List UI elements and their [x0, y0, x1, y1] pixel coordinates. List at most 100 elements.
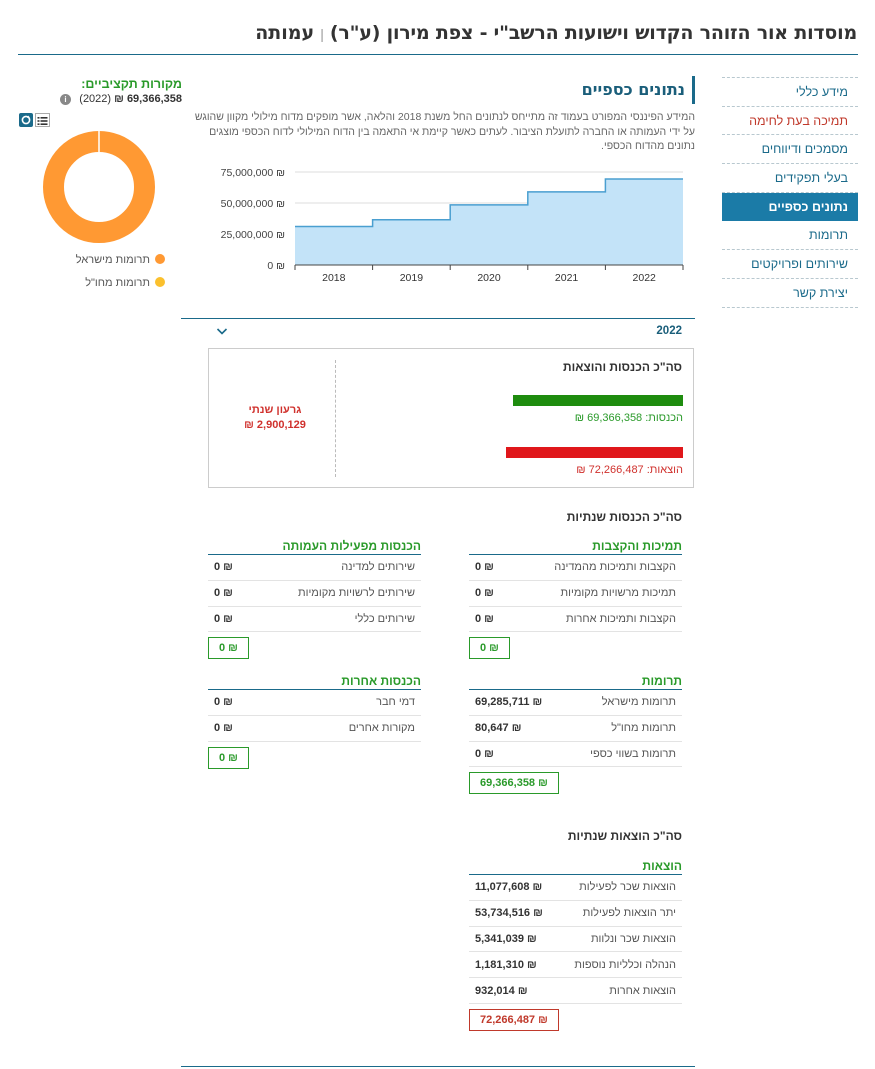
legend-label: תרומות מישראל — [75, 254, 150, 266]
budget-sources-donut — [43, 131, 155, 243]
expense-bar — [506, 447, 683, 458]
sidebar-item-officials[interactable]: בעלי תפקידים — [722, 164, 858, 193]
row-label: הקצבות ותמיכות אחרות — [566, 612, 676, 625]
summary-divider — [335, 360, 336, 477]
other-income-table: הכנסות אחרות דמי חבר 0 ₪ מקורות אחרים 0 ₪ … — [208, 672, 421, 769]
sidebar-item-general[interactable]: מידע כללי — [722, 78, 858, 107]
grants-total: 0 ₪ — [469, 637, 510, 660]
data-bar-2018 — [295, 227, 373, 265]
table-row: הוצאות אחרות 932,014 ₪ — [469, 978, 682, 1004]
budget-sources-total: 69,366,358 ₪ (2022) — [20, 93, 182, 105]
row-label: יתר הוצאות לפעילות — [582, 907, 676, 920]
donut-slice-0 — [43, 131, 155, 243]
deficit-value: 2,900,129 ₪ — [244, 419, 306, 431]
budget-sources-title: מקורות תקציביים: — [81, 77, 182, 91]
x-tick-label: 2019 — [400, 272, 424, 284]
row-label: הנהלה וכלליות נוספות — [574, 958, 676, 971]
legend-dot-yellow — [155, 277, 165, 287]
sidebar-item-services[interactable]: שירותים ופרויקטים — [722, 250, 858, 279]
expenses-group-title: הוצאות — [642, 859, 682, 873]
row-value: 0 ₪ — [475, 561, 494, 574]
table-row: מקורות אחרים 0 ₪ — [208, 716, 421, 742]
chevron-down-icon[interactable] — [215, 324, 229, 338]
y-tick-label: 0 ₪ — [267, 260, 285, 272]
donations-total: 69,366,358 ₪ — [469, 772, 559, 795]
legend-item-abroad[interactable]: תרומות מחו"ל — [20, 277, 165, 289]
table-row: הקצבות ותמיכות אחרות 0 ₪ — [469, 607, 682, 633]
page-header: מוסדות אור הזוהר הקדוש וישועות הרשב"י - … — [17, 22, 857, 48]
row-value: 0 ₪ — [214, 587, 233, 600]
table-row: שירותים לרשויות מקומיות 0 ₪ — [208, 581, 421, 607]
table-row: הנהלה וכלליות נוספות 1,181,310 ₪ — [469, 952, 682, 979]
grants-title: תמיכות והקצבות — [592, 539, 682, 553]
header-divider — [18, 54, 858, 55]
year-panel-title[interactable]: 2022 — [656, 325, 682, 337]
sidebar-item-donations[interactable]: תרומות — [722, 221, 858, 251]
row-value: 0 ₪ — [475, 747, 494, 760]
table-view-icon[interactable] — [35, 113, 50, 127]
x-tick-label: 2021 — [555, 272, 579, 284]
row-value: 0 ₪ — [475, 612, 494, 625]
income-label: הכנסות: 69,366,358 ₪ — [574, 412, 683, 424]
other-income-title: הכנסות אחרות — [341, 674, 421, 688]
legend-dot-orange — [155, 254, 165, 264]
donations-title: תרומות — [641, 674, 682, 688]
expenses-table: הוצאות הוצאות שכר לפעילות 11,077,608 ₪ ית… — [469, 857, 682, 1031]
table-row: תמיכות מרשויות מקומיות 0 ₪ — [469, 581, 682, 607]
table-row: יתר הוצאות לפעילות 53,734,516 ₪ — [469, 901, 682, 927]
row-label: הוצאות שכר לפעילות — [579, 881, 676, 894]
table-row: שירותים למדינה 0 ₪ — [208, 555, 421, 581]
refresh-icon[interactable] — [19, 113, 33, 127]
row-value: 0 ₪ — [214, 696, 233, 709]
row-value: 0 ₪ — [214, 722, 233, 735]
sidebar-item-contact[interactable]: יצירת קשר — [722, 279, 858, 308]
sidebar-item-wartime-support[interactable]: תמיכה בעת לחימה — [722, 107, 858, 136]
financial-area-chart: 75,000,000 ₪ 50,000,000 ₪ 25,000,000 ₪ 0 ₪ 2… — [221, 167, 684, 284]
other-income-total: 0 ₪ — [208, 746, 249, 769]
section-accent-bar — [692, 76, 695, 104]
row-label: תמיכות מרשויות מקומיות — [560, 587, 676, 600]
table-row: תרומות בשווי כספי 0 ₪ — [469, 742, 682, 768]
table-row: שירותים כללי 0 ₪ — [208, 607, 421, 633]
info-icon[interactable]: i — [60, 94, 71, 105]
row-label: דמי חבר — [376, 696, 415, 709]
x-tick-label: 2022 — [633, 272, 657, 284]
org-type: עמותה — [255, 22, 315, 44]
data-bar-2020 — [450, 205, 528, 265]
table-row: דמי חבר 0 ₪ — [208, 690, 421, 716]
row-value: 932,014 ₪ — [475, 984, 528, 997]
row-value: 0 ₪ — [214, 612, 233, 625]
income-bar — [513, 395, 683, 406]
expense-label: הוצאות: 72,266,487 ₪ — [576, 464, 683, 476]
table-row: תרומות מחו"ל 80,647 ₪ — [469, 716, 682, 742]
row-label: תרומות מחו"ל — [611, 722, 676, 735]
data-bar-2021 — [528, 192, 606, 265]
row-value: 5,341,039 ₪ — [475, 932, 537, 945]
legend-item-israel[interactable]: תרומות מישראל — [20, 254, 165, 266]
sidebar-nav: מידע כללי תמיכה בעת לחימה מסמכים ודיווחי… — [722, 77, 858, 308]
bottom-divider — [181, 1066, 695, 1067]
row-label: הקצבות ותמיכות מהמדינה — [554, 561, 676, 574]
section-intro-text: המידע הפיננסי המפורט בעמוד זה מתייחס לנת… — [194, 111, 695, 152]
title-separator: | — [320, 26, 324, 42]
row-label: שירותים לרשויות מקומיות — [297, 587, 415, 600]
row-label: הוצאות שכר ונלוות — [590, 932, 676, 945]
table-row: הוצאות שכר ונלוות 5,341,039 ₪ — [469, 927, 682, 953]
page-title: מוסדות אור הזוהר הקדוש וישועות הרשב"י - … — [329, 22, 857, 44]
y-tick-label: 25,000,000 ₪ — [221, 229, 285, 241]
table-row: הוצאות שכר לפעילות 11,077,608 ₪ — [469, 875, 682, 901]
activity-income-title: הכנסות מפעילות העמותה — [282, 539, 421, 553]
row-label: שירותים למדינה — [341, 561, 415, 574]
budget-sources-amount: 69,366,358 ₪ — [114, 93, 182, 105]
y-tick-label: 50,000,000 ₪ — [221, 198, 285, 210]
row-label: שירותים כללי — [354, 612, 415, 625]
row-value: 0 ₪ — [475, 587, 494, 600]
y-tick-label: 75,000,000 ₪ — [221, 167, 285, 179]
annual-income-title: סה"כ הכנסות שנתיות — [566, 510, 682, 524]
row-value: 53,734,516 ₪ — [475, 907, 543, 920]
row-label: מקורות אחרים — [348, 722, 415, 735]
summary-title: סה"כ הכנסות והוצאות — [563, 360, 682, 374]
sidebar-item-documents[interactable]: מסמכים ודיווחים — [722, 135, 858, 165]
row-value: 11,077,608 ₪ — [475, 881, 543, 894]
sidebar-item-financial[interactable]: נתונים כספיים — [722, 192, 858, 222]
